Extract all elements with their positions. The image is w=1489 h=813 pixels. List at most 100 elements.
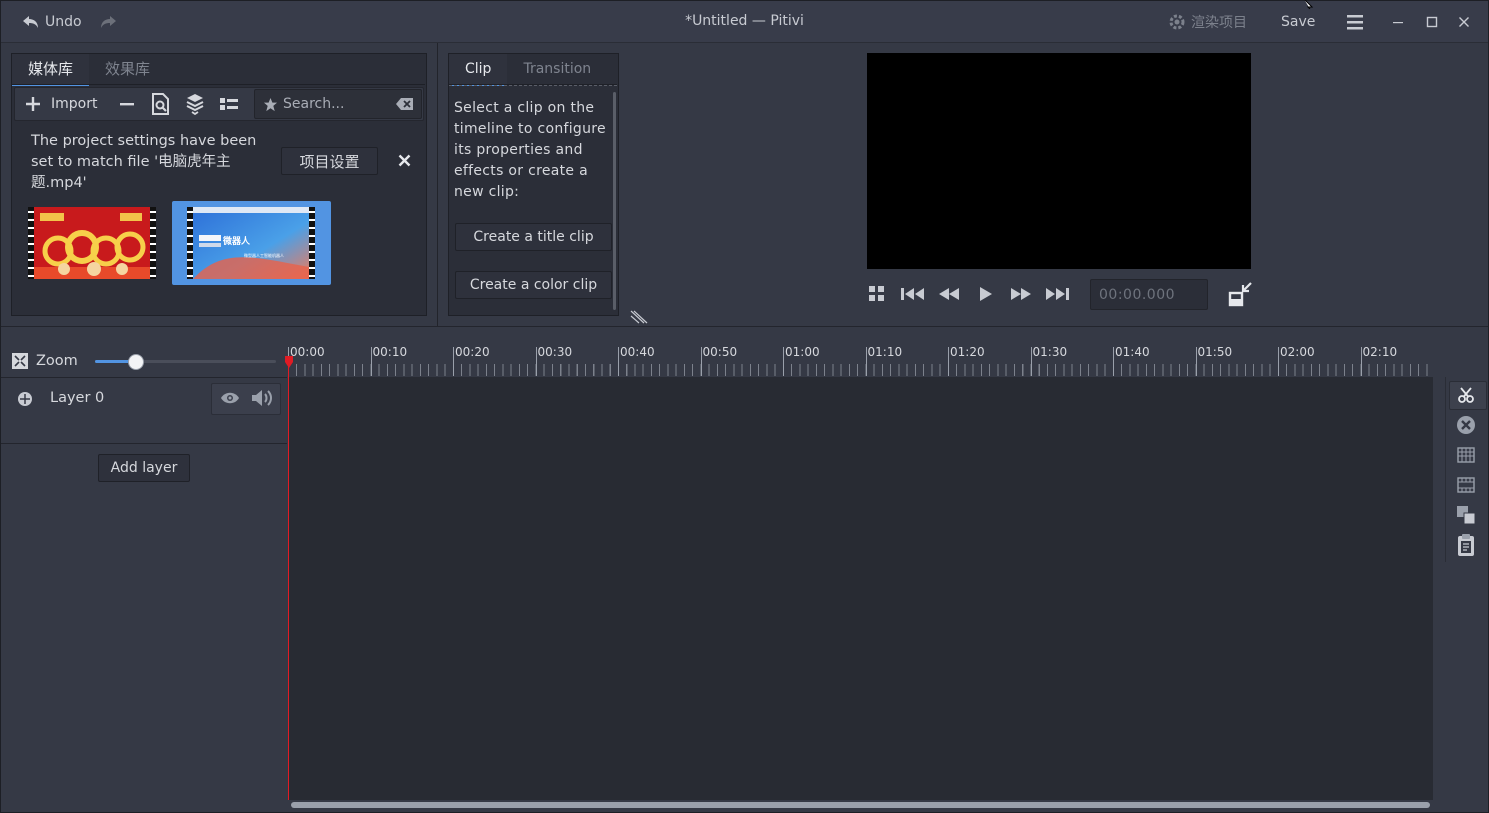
playhead-marker-icon — [285, 356, 293, 368]
ungroup-clips-button[interactable] — [1453, 473, 1479, 497]
go-to-start-button[interactable] — [900, 286, 926, 306]
ruler-label: 01:50 — [1197, 345, 1233, 359]
seek-backward-button[interactable] — [937, 286, 961, 306]
import-button[interactable]: Import — [25, 88, 97, 120]
star-icon — [263, 97, 278, 111]
close-window-button[interactable] — [1458, 11, 1470, 33]
resize-grip-icon[interactable] — [630, 310, 648, 324]
go-to-end-button[interactable] — [1044, 286, 1070, 306]
info-line: set to match file '电脑虎年主 — [31, 154, 231, 170]
plus-icon — [26, 97, 40, 111]
align-icon — [1457, 506, 1476, 525]
play-button[interactable] — [978, 286, 994, 306]
list-view-icon — [220, 98, 238, 110]
tab-transition[interactable]: Transition — [507, 54, 607, 84]
ruler-label: 01:30 — [1032, 345, 1068, 359]
tab-media-library[interactable]: 媒体库 — [12, 54, 90, 86]
save-button[interactable]: Save — [1281, 11, 1315, 33]
clip-properties-button[interactable] — [151, 88, 171, 120]
ruler-label: 00:20 — [455, 345, 490, 359]
skip-to-end-icon — [1046, 288, 1069, 300]
zoom-slider-handle[interactable] — [128, 354, 144, 370]
clipboard-icon — [1458, 534, 1474, 556]
ruler-major-tick — [535, 347, 537, 376]
minimize-button[interactable] — [1392, 11, 1404, 33]
ruler-label: 01:00 — [785, 345, 820, 359]
rewind-icon — [939, 288, 959, 300]
zoom-fit-button[interactable] — [11, 352, 29, 374]
speaker-volume-icon[interactable] — [251, 388, 275, 408]
split-clip-button[interactable] — [1453, 383, 1479, 407]
timecode-input[interactable]: 00:00.000 — [1099, 287, 1175, 303]
fast-forward-icon — [1011, 288, 1031, 300]
skip-to-start-icon — [901, 288, 924, 300]
message-line: timeline to configure — [454, 121, 606, 137]
document-search-icon — [152, 93, 169, 115]
render-label: 渲染项目 — [1191, 15, 1247, 31]
render-button[interactable]: 渲染项目 — [1167, 11, 1247, 33]
clear-search-icon[interactable] — [396, 97, 414, 111]
detach-viewer-button[interactable] — [1228, 281, 1254, 311]
zoom-slider-track[interactable] — [95, 354, 276, 370]
ruler-major-tick — [1278, 347, 1279, 376]
media-clip-thumbnail-selected[interactable]: 微器人 微型器人工智能机器人 — [187, 207, 315, 279]
ruler-major-tick — [453, 347, 454, 376]
ruler-major-tick — [865, 347, 867, 376]
clip-overlay-text: 微器人 — [223, 237, 251, 247]
maximize-icon — [1426, 16, 1438, 28]
align-clips-button[interactable] — [1453, 503, 1479, 527]
ruler-major-tick — [783, 347, 784, 376]
timeline-horizontal-scrollbar[interactable] — [291, 802, 1430, 808]
ruler-label: 01:20 — [950, 345, 985, 359]
hamburger-menu-icon — [1347, 15, 1363, 30]
ruler-major-tick — [1360, 347, 1362, 376]
window-title: *Untitled — Pitivi — [685, 13, 804, 29]
view-mode-button[interactable] — [220, 88, 238, 120]
delete-clip-button[interactable] — [1453, 413, 1479, 437]
eye-icon[interactable] — [220, 391, 240, 405]
remove-clip-button[interactable] — [119, 88, 135, 120]
info-line: 题.mp4' — [31, 175, 87, 191]
snap-grid-button[interactable] — [868, 285, 886, 307]
layer-row: Layer 0 — [1, 378, 287, 442]
timecode-field[interactable]: 00:00.000 — [1090, 279, 1208, 310]
layer-name[interactable]: Layer 0 — [50, 390, 104, 406]
tab-effects-library[interactable]: 效果库 — [89, 54, 166, 84]
timeline-tracks-area[interactable] — [288, 377, 1433, 800]
zoom-label: Zoom — [36, 353, 78, 369]
ruler-major-tick — [618, 347, 619, 376]
seek-forward-button[interactable] — [1009, 286, 1033, 306]
project-settings-info: The project settings have been set to ma… — [31, 131, 271, 194]
info-line: The project settings have been — [31, 133, 257, 149]
ruler-label: 00:40 — [620, 345, 655, 359]
clip-panel-message: Select a clip on the timeline to configu… — [454, 98, 609, 203]
paste-button[interactable] — [1453, 533, 1479, 557]
scissors-icon — [1458, 387, 1474, 403]
ruler-label: 00:00 — [290, 345, 325, 359]
pane-divider[interactable] — [437, 43, 438, 326]
create-title-clip-button[interactable]: Create a title clip — [455, 223, 612, 251]
menu-button[interactable] — [1346, 11, 1364, 33]
message-line: effects or create a — [454, 163, 588, 179]
insert-at-end-button[interactable] — [186, 88, 204, 120]
minus-icon — [120, 103, 134, 106]
group-icon — [1457, 447, 1475, 463]
tab-clip[interactable]: Clip — [449, 54, 508, 86]
clip-panel-scrollbar[interactable] — [613, 92, 616, 310]
ruler-label: 01:40 — [1115, 345, 1150, 359]
scroll-edge — [449, 85, 617, 88]
dismiss-info-close-icon[interactable] — [398, 154, 411, 167]
maximize-button[interactable] — [1426, 11, 1438, 33]
media-search-field[interactable]: Search... — [254, 89, 422, 119]
playhead[interactable] — [288, 360, 289, 800]
mouse-cursor-icon — [1304, 0, 1314, 9]
group-clips-button[interactable] — [1453, 443, 1479, 467]
add-layer-button[interactable]: Add layer — [98, 454, 190, 482]
layer-border — [1, 443, 287, 444]
project-settings-button[interactable]: 项目设置 — [281, 147, 378, 175]
media-clip-thumbnail[interactable] — [28, 207, 156, 279]
search-input[interactable]: Search... — [283, 96, 396, 112]
move-layer-handle-icon[interactable] — [17, 391, 33, 407]
create-color-clip-button[interactable]: Create a color clip — [455, 271, 612, 299]
import-label: Import — [51, 96, 98, 112]
